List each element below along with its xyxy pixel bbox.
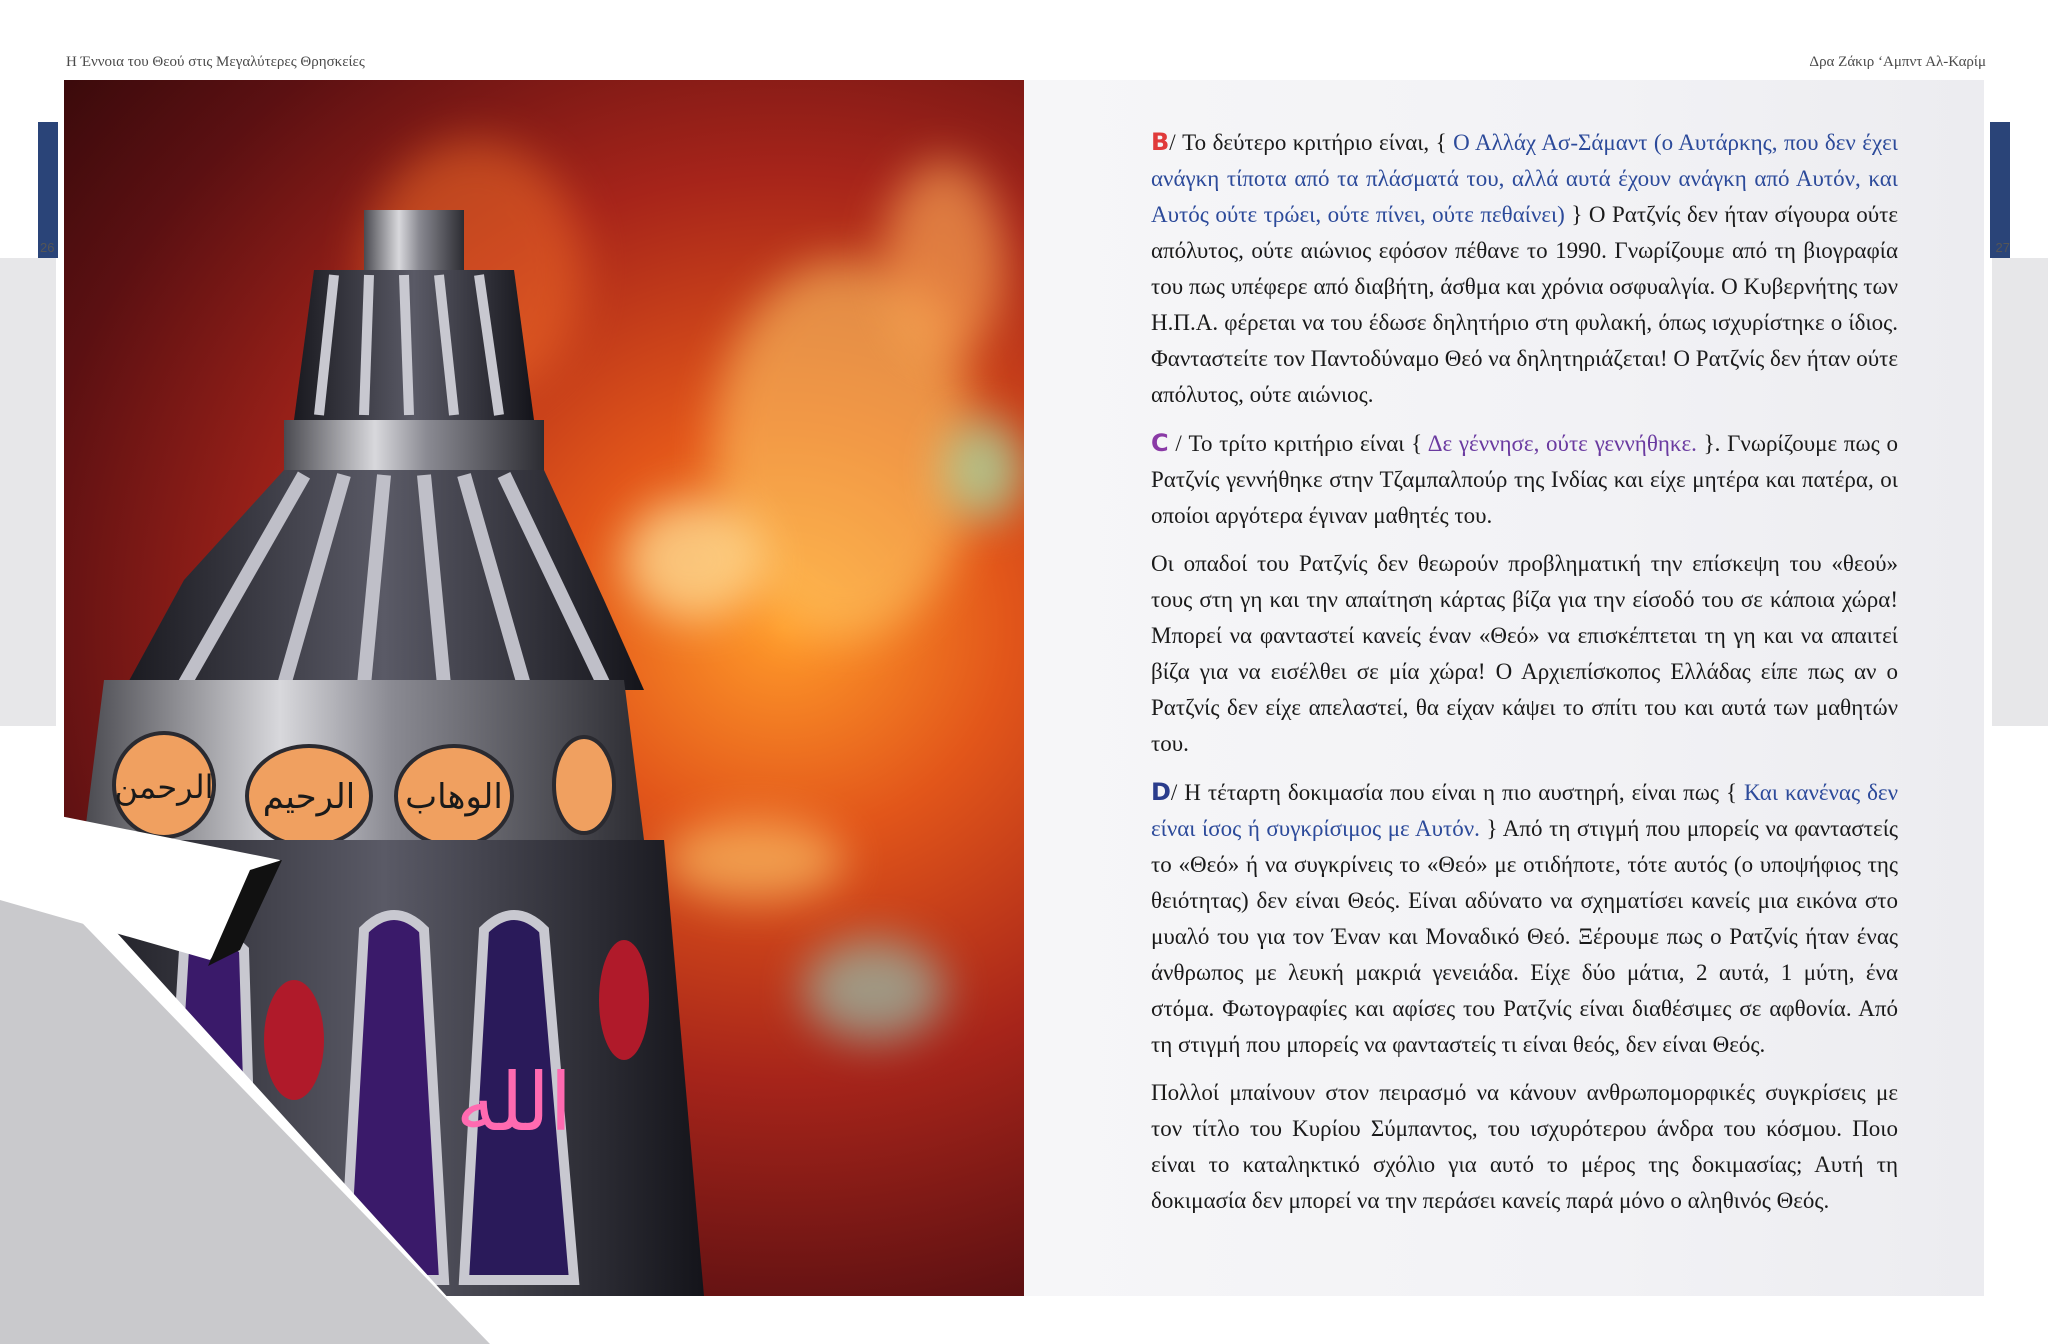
dropcap-b: B xyxy=(1151,128,1170,156)
text-column: B/ Το δεύτερο κριτήριο είναι, { Ο Αλλάχ … xyxy=(1151,124,1898,1231)
paragraph-c-intro: / Το τρίτο κριτήριο είναι { xyxy=(1168,431,1428,456)
running-header-left: Η Έννοια του Θεού στις Μεγαλύτερες Θρησκ… xyxy=(66,54,365,70)
text-page: B/ Το δεύτερο κριτήριο είναι, { Ο Αλλάχ … xyxy=(1024,80,1984,1296)
dropcap-c: C xyxy=(1151,429,1169,457)
page-number-right: 27 xyxy=(1995,240,2010,255)
dropcap-d: D xyxy=(1151,778,1171,806)
paragraph-b-text: } Ο Ρατζνίς δεν ήταν σίγουρα ούτε απόλυτ… xyxy=(1151,202,1898,407)
paragraph-d-intro: / Η τέταρτη δοκιμασία που είναι η πιο αυ… xyxy=(1170,780,1745,805)
paragraph-d-text: } Από τη στιγμή που μπορείς να φανταστεί… xyxy=(1151,816,1898,1057)
paragraph-b-intro: / Το δεύτερο κριτήριο είναι, { xyxy=(1169,130,1454,155)
running-header-right: Δρα Ζάκιρ ‘Αμπντ Αλ-Καρίμ xyxy=(1809,54,1986,70)
paragraph-criterion-d: D/ Η τέταρτη δοκιμασία που είναι η πιο α… xyxy=(1151,774,1898,1063)
side-strip-left xyxy=(0,258,56,726)
chapter-tab-right xyxy=(1990,122,2010,258)
paragraph-criterion-b: B/ Το δεύτερο κριτήριο είναι, { Ο Αλλάχ … xyxy=(1151,124,1898,413)
paragraph-criterion-c: C / Το τρίτο κριτήριο είναι { Δε γέννησε… xyxy=(1151,425,1898,534)
paragraph-followers: Οι οπαδοί του Ρατζνίς δεν θεωρούν προβλη… xyxy=(1151,551,1898,756)
quote-c: Δε γέννησε, ούτε γεννήθηκε. xyxy=(1427,431,1697,456)
page-number-left: 26 xyxy=(40,240,55,255)
chapter-tab-left xyxy=(38,122,58,258)
page-curl xyxy=(0,804,490,1344)
side-strip-right xyxy=(1992,258,2048,726)
paragraph-conclusion: Πολλοί μπαίνουν στον πειρασμό να κάνουν … xyxy=(1151,1080,1898,1213)
